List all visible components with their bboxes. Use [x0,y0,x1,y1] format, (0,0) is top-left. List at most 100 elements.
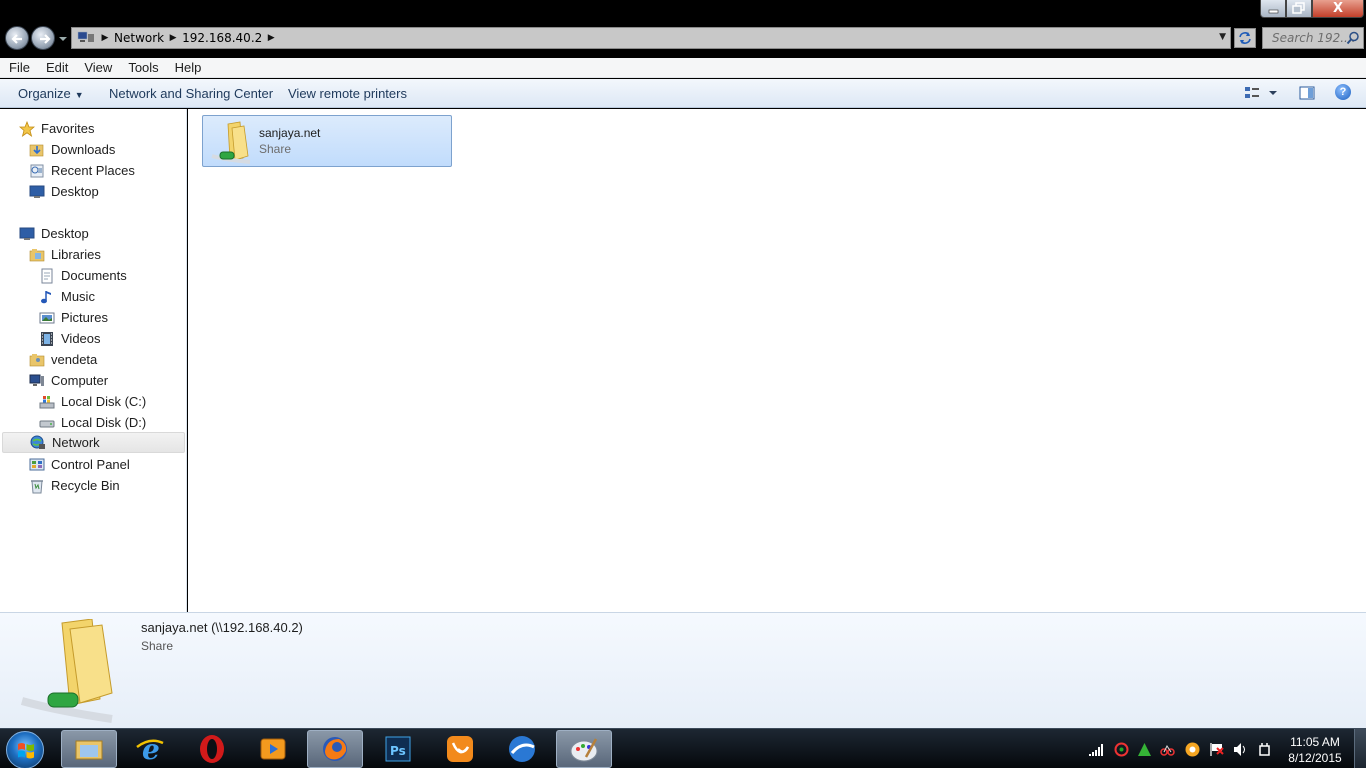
svg-text:Ps: Ps [390,744,406,758]
hard-drive-icon [39,420,55,427]
view-options-icon [1245,87,1277,98]
music-note-icon [41,290,51,303]
arrow-right-icon [40,34,51,44]
nav-downloads[interactable]: Downloads [29,139,115,160]
system-clock[interactable]: 11:05 AM 8/12/2015 [1280,734,1350,766]
navigation-pane: Favorites Downloads Recent Places Deskto… [0,109,187,612]
start-button[interactable] [6,731,44,768]
opera-icon [200,735,224,763]
nav-control-panel[interactable]: Control Panel [29,454,130,475]
libraries-folder-icon [29,248,45,261]
taskbar-browser-globe[interactable] [494,730,550,768]
nav-computer-label: Computer [51,373,109,388]
nav-pictures[interactable]: Pictures [39,307,108,328]
taskbar-windows-explorer[interactable] [61,730,117,768]
search-icon[interactable] [1346,31,1360,45]
breadcrumb-host[interactable]: 192.168.40.2 [182,31,262,45]
menu-bar: File Edit View Tools Help [0,58,1366,78]
help-button[interactable]: ? [1335,84,1351,100]
menu-tools[interactable]: Tools [119,58,165,77]
desktop-icon [29,185,45,198]
orange-app-icon[interactable] [1185,742,1200,757]
view-remote-printers-button[interactable]: View remote printers [288,86,407,101]
nav-computer[interactable]: Computer [29,370,108,391]
taskbar-uc-browser[interactable] [432,730,488,768]
nav-recycle-bin[interactable]: Recycle Bin [29,475,120,496]
shared-folder-icon [211,121,251,164]
bike-app-icon[interactable] [1160,742,1175,757]
menu-help[interactable]: Help [166,58,209,77]
nav-user-folder-label: vendeta [51,352,98,367]
menu-file[interactable]: File [0,58,37,77]
action-center-flag-icon[interactable] [1209,742,1224,757]
signal-strength-icon[interactable] [1089,742,1104,757]
taskbar-photoshop[interactable]: Ps [370,730,426,768]
nav-music[interactable]: Music [39,286,95,307]
photoshop-icon: Ps [385,736,411,762]
firefox-icon [323,737,347,761]
nav-recent-places[interactable]: Recent Places [29,160,135,181]
svg-text:e: e [142,733,160,765]
breadcrumb-network[interactable]: Network [114,31,164,45]
search-input[interactable]: Search 192.... [1262,27,1364,49]
chevron-down-icon: ▼ [74,90,84,100]
details-pane: sanjaya.net (\\192.168.40.2) Share [0,612,1366,728]
breadcrumb-separator[interactable]: ▶ [266,33,276,43]
nav-desktop-favorite[interactable]: Desktop [29,181,99,202]
nav-videos[interactable]: Videos [39,328,101,349]
taskbar-firefox[interactable] [307,730,363,768]
uc-browser-icon [447,736,473,762]
nav-documents[interactable]: Documents [39,265,127,286]
internet-explorer-icon: e [136,733,164,765]
nav-local-disk-c-label: Local Disk (C:) [61,394,147,409]
nav-favorites-label: Favorites [41,121,95,136]
volume-icon[interactable] [1233,742,1248,757]
taskbar-media-player[interactable] [245,730,301,768]
file-list[interactable]: sanjaya.net Share [188,109,1366,612]
address-bar[interactable]: ▶ Network ▶ 192.168.40.2 ▶ ▼ [71,27,1231,49]
taskbar-opera[interactable] [184,730,240,768]
organize-label: Organize [18,86,71,101]
network-sharing-center-button[interactable]: Network and Sharing Center [109,86,273,101]
show-desktop-button[interactable] [1354,729,1366,768]
preview-pane-icon [1299,86,1315,100]
taskbar-paint[interactable] [556,730,612,768]
breadcrumb-separator[interactable]: ▶ [168,33,178,43]
nav-network[interactable]: Network [2,432,185,453]
nav-libraries[interactable]: Libraries [29,244,101,265]
menu-edit[interactable]: Edit [37,58,75,77]
computer-icon [29,374,44,386]
organize-button[interactable]: Organize ▼ [18,86,84,101]
system-drive-icon [39,395,55,408]
windows-logo-icon [18,743,34,759]
breadcrumb-separator[interactable]: ▶ [100,33,110,43]
close-button[interactable]: X [1312,0,1364,18]
paint-palette-icon [570,738,598,762]
nav-desktop[interactable]: Desktop [19,223,89,244]
nav-favorites[interactable]: Favorites [19,118,94,139]
power-plug-icon[interactable] [1257,742,1272,757]
recent-pages-dropdown-icon[interactable] [58,32,68,44]
nav-desktop-favorite-label: Desktop [51,184,99,199]
star-icon [19,120,35,137]
restore-button[interactable] [1286,0,1312,18]
film-strip-icon [41,331,53,346]
preview-pane-button[interactable] [1299,85,1315,101]
shared-folder-icon [20,619,113,723]
recycle-bin-icon [31,479,43,493]
nav-local-disk-c[interactable]: Local Disk (C:) [39,391,146,412]
nav-local-disk-d[interactable]: Local Disk (D:) [39,412,146,433]
menu-view[interactable]: View [75,58,119,77]
list-item[interactable]: sanjaya.net Share [202,115,452,167]
antivirus-icon[interactable] [1114,742,1129,757]
taskbar-internet-explorer[interactable]: e [122,730,178,768]
nav-user-folder[interactable]: vendeta [29,349,97,370]
computer-network-icon [77,31,94,42]
back-button[interactable] [5,26,29,50]
forward-button[interactable] [31,26,55,50]
update-triangle-icon[interactable] [1137,742,1152,757]
refresh-button[interactable] [1234,28,1256,48]
address-history-dropdown-icon[interactable]: ▼ [1219,32,1226,42]
change-view-button[interactable] [1244,85,1278,103]
minimize-button[interactable] [1260,0,1286,18]
